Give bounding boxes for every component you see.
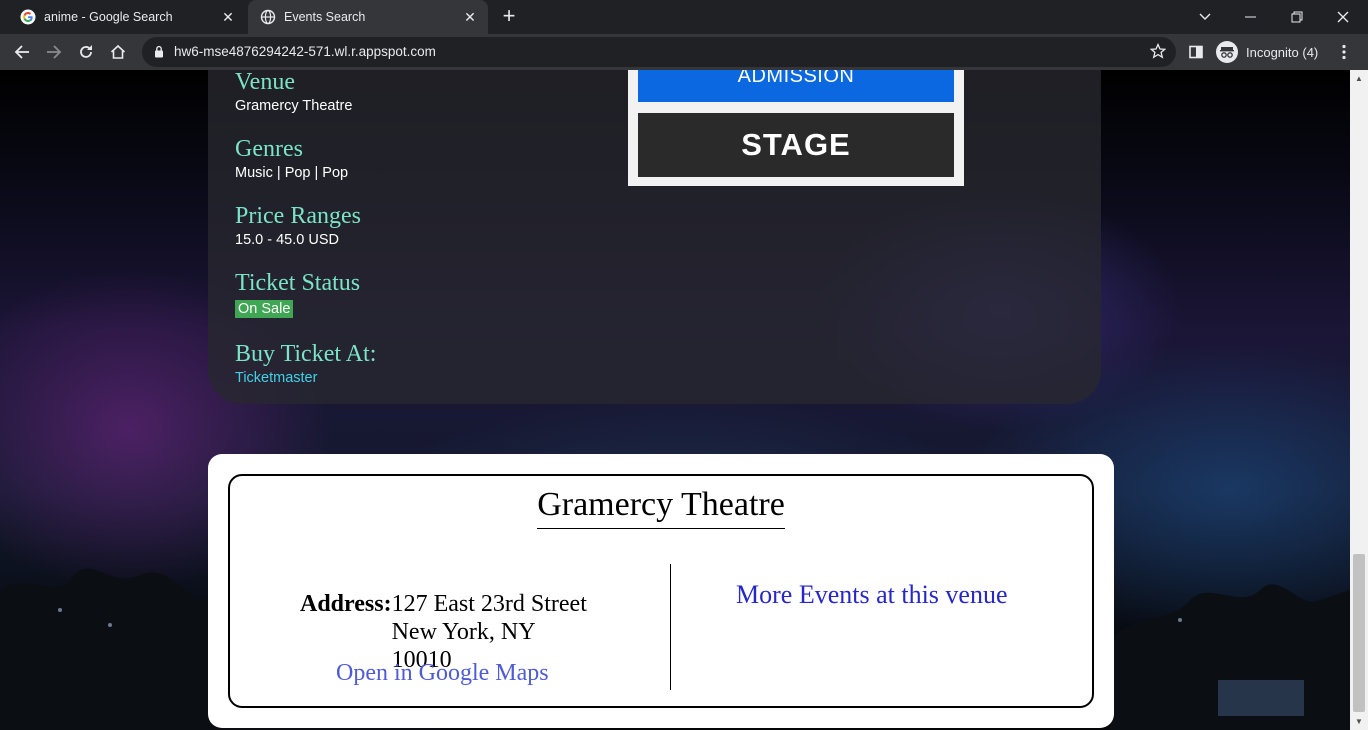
close-icon[interactable]: ✕	[460, 7, 480, 27]
minimize-icon[interactable]	[1228, 0, 1274, 34]
restore-icon[interactable]	[1274, 0, 1320, 34]
more-events-link[interactable]: More Events at this venue	[736, 580, 1008, 610]
close-window-icon[interactable]	[1320, 0, 1366, 34]
scroll-up-arrow-icon[interactable]: ▲	[1355, 74, 1363, 83]
price-value: 15.0 - 45.0 USD	[235, 232, 339, 248]
general-admission-area: ADMISSION	[638, 70, 954, 102]
genres-section: Genres Music | Pop | Pop	[235, 135, 348, 181]
browser-toolbar: hw6-mse4876294242-571.wl.r.appspot.com I…	[0, 34, 1368, 70]
side-panel-icon[interactable]	[1184, 40, 1208, 64]
incognito-indicator[interactable]: Incognito (4)	[1216, 37, 1318, 67]
venue-title: Gramercy Theatre	[230, 486, 1092, 529]
buy-ticket-section: Buy Ticket At: Ticketmaster	[235, 340, 376, 386]
forward-arrow-icon[interactable]	[42, 40, 66, 64]
reload-icon[interactable]	[74, 40, 98, 64]
venue-info-card: Gramercy Theatre Address: 127 East 23rd …	[208, 454, 1114, 728]
scroll-down-arrow-icon[interactable]: ▼	[1355, 717, 1363, 726]
price-section: Price Ranges 15.0 - 45.0 USD	[235, 202, 361, 248]
status-badge: On Sale	[235, 300, 294, 318]
tab-events-search[interactable]: Events Search ✕	[248, 0, 488, 34]
close-icon[interactable]: ✕	[218, 7, 238, 27]
bookmark-star-icon[interactable]	[1149, 42, 1167, 64]
venue-heading: Venue	[235, 70, 295, 95]
price-heading: Price Ranges	[235, 203, 361, 229]
seat-map-image: ADMISSION STAGE	[628, 70, 964, 186]
menu-kebab-icon[interactable]	[1332, 40, 1356, 64]
tab-google-search[interactable]: anime - Google Search ✕	[8, 0, 246, 34]
address-line-1: 127 East 23rd Street	[391, 591, 587, 617]
page-viewport: Venue Gramercy Theatre Genres Music | Po…	[0, 70, 1350, 730]
venue-info-border: Gramercy Theatre Address: 127 East 23rd …	[228, 474, 1094, 708]
page-scrollbar[interactable]: ▲ ▼	[1350, 70, 1368, 730]
scrollbar-thumb[interactable]	[1353, 554, 1365, 712]
tab-title: Events Search	[284, 10, 366, 24]
incognito-icon	[1216, 41, 1238, 63]
venue-title-text: Gramercy Theatre	[537, 486, 785, 529]
url-text[interactable]: hw6-mse4876294242-571.wl.r.appspot.com	[174, 44, 436, 59]
globe-icon	[260, 9, 276, 25]
ticketmaster-link[interactable]: Ticketmaster	[235, 370, 376, 386]
genres-heading: Genres	[235, 136, 303, 162]
tab-strip: anime - Google Search ✕ Events Search ✕ …	[0, 0, 1368, 34]
genres-value: Music | Pop | Pop	[235, 165, 349, 181]
tab-search-chevron-icon[interactable]	[1182, 0, 1228, 34]
home-icon[interactable]	[106, 40, 130, 64]
incognito-label: Incognito (4)	[1246, 44, 1319, 60]
lock-icon[interactable]	[154, 45, 164, 63]
column-divider	[670, 564, 671, 690]
venue-value: Gramercy Theatre	[235, 98, 353, 114]
ticket-status-section: Ticket Status On Sale	[235, 269, 360, 318]
event-details-panel: Venue Gramercy Theatre Genres Music | Po…	[208, 70, 1101, 404]
google-g-icon	[20, 9, 36, 25]
back-arrow-icon[interactable]	[10, 40, 34, 64]
venue-section: Venue Gramercy Theatre	[235, 70, 352, 114]
buy-ticket-heading: Buy Ticket At:	[235, 341, 377, 367]
tab-title: anime - Google Search	[44, 10, 173, 24]
admission-label: ADMISSION	[737, 70, 855, 87]
address-line-2: New York, NY	[391, 619, 536, 645]
ticket-status-heading: Ticket Status	[235, 270, 361, 296]
stage-area: STAGE	[638, 113, 954, 177]
address-bar[interactable]: hw6-mse4876294242-571.wl.r.appspot.com	[142, 37, 1176, 67]
new-tab-button[interactable]: +	[498, 5, 520, 28]
google-maps-link[interactable]: Open in Google Maps	[336, 660, 549, 687]
